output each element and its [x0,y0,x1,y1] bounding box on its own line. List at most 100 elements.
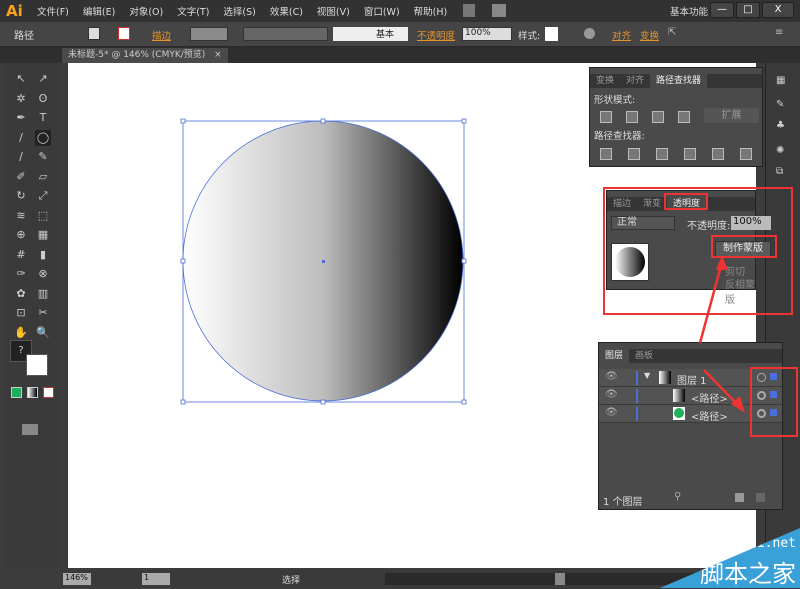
tab-layers[interactable]: 图层 [599,349,630,363]
tab-transform[interactable]: 变换 [590,74,620,88]
arrange-documents-icon[interactable] [492,4,506,17]
appearance-icon[interactable]: ✺ [776,145,784,156]
brush-select[interactable]: 基本 [333,27,408,41]
highlight-tab [664,193,708,210]
brushes-icon[interactable]: ✎ [776,99,784,110]
rotate-tool-icon[interactable]: ↻ [13,188,29,204]
recolor-icon[interactable] [584,28,595,39]
close-tab-icon[interactable]: × [214,50,222,60]
trim-icon[interactable] [628,148,640,160]
minimize-button[interactable]: — [710,2,734,18]
workspace-switcher[interactable]: 基本功能 [670,4,708,18]
intersect-icon[interactable] [652,111,664,123]
bridge-icon[interactable] [463,4,475,17]
minus-back-icon[interactable] [740,148,752,160]
stroke-weight-input[interactable] [190,27,228,41]
symbols-icon[interactable]: ♣ [776,120,785,131]
current-tool-label[interactable]: 选择 [282,573,300,586]
ellipse-tool-icon[interactable]: ◯ [35,129,51,146]
visibility-eye-icon[interactable]: 👁 [605,407,618,418]
maximize-button[interactable]: □ [736,2,760,18]
magic-wand-tool-icon[interactable]: ✲ [13,91,29,107]
visibility-eye-icon[interactable]: 👁 [605,371,618,382]
menu-object[interactable]: 对象(O) [129,4,163,18]
control-bar: 路径 描边 基本 不透明度 100% 样式: 对齐 变换 ⇱ ≡ [0,22,800,47]
path-name[interactable]: <路径> [691,390,728,405]
color-mode-icon[interactable] [11,387,22,398]
shape-builder-tool-icon[interactable]: ⊕ [13,227,29,243]
page-input[interactable]: 1 [142,573,170,585]
symbol-sprayer-tool-icon[interactable]: ✿ [13,286,29,302]
tab-align[interactable]: 对齐 [620,74,650,88]
transform-link[interactable]: 变换 [640,28,659,42]
blend-tool-icon[interactable]: ⊗ [35,266,51,282]
divide-icon[interactable] [600,148,612,160]
new-layer-icon[interactable] [735,493,744,502]
layer-name[interactable]: 图层 1 [677,372,707,387]
stroke-swatch[interactable] [118,27,130,40]
gradient-mode-icon[interactable] [27,387,38,398]
unite-icon[interactable] [600,111,612,123]
perspective-tool-icon[interactable]: ▦ [35,227,51,243]
lasso-tool-icon[interactable]: ʘ [35,91,51,107]
locate-object-icon[interactable]: ⚲ [674,491,681,502]
selection-tool-icon[interactable]: ↖ [13,71,29,87]
screen-mode-icon[interactable] [22,424,38,435]
visibility-eye-icon[interactable]: 👁 [605,389,618,400]
tab-pathfinder[interactable]: 路径查找器 [650,74,708,88]
line-tool-icon[interactable]: / [13,130,29,146]
blob-brush-tool-icon[interactable]: ✐ [13,169,29,185]
graphic-styles-icon[interactable]: ⧉ [776,166,783,177]
none-mode-icon[interactable] [43,387,54,398]
expand-triangle-icon[interactable]: ▼ [644,371,650,380]
scale-tool-icon[interactable]: ⤢ [35,188,51,204]
opacity-input[interactable]: 100% [462,27,512,41]
free-transform-tool-icon[interactable]: ⬚ [35,208,51,224]
path-name[interactable]: <路径> [691,408,728,423]
swatches-icon[interactable]: ▦ [776,75,785,86]
exclude-icon[interactable] [678,111,690,123]
isolate-icon[interactable]: ⇱ [668,27,676,38]
align-link[interactable]: 对齐 [612,28,631,42]
menu-select[interactable]: 选择(S) [223,4,255,18]
pen-tool-icon[interactable]: ✒ [13,110,29,126]
menu-effect[interactable]: 效果(C) [270,4,303,18]
expand-button[interactable]: 扩展 [704,108,759,123]
hand-tool-icon[interactable]: ✋ [13,325,29,341]
mesh-tool-icon[interactable]: # [13,247,29,263]
style-swatch[interactable] [545,27,558,41]
stroke-link[interactable]: 描边 [152,28,171,42]
type-tool-icon[interactable]: T [35,110,51,126]
menu-help[interactable]: 帮助(H) [414,4,448,18]
outline-icon[interactable] [712,148,724,160]
document-tab[interactable]: 未标题-5* @ 146% (CMYK/预览) × [62,48,228,63]
zoom-input[interactable]: 146% [63,573,91,585]
menu-type[interactable]: 文字(T) [177,4,209,18]
slice-tool-icon[interactable]: ✂ [35,305,51,321]
opacity-link[interactable]: 不透明度 [417,28,455,42]
direct-selection-tool-icon[interactable]: ↗ [35,71,51,87]
paintbrush-tool-icon[interactable]: ∕ [13,149,29,165]
panel-menu-icon[interactable]: ≡ [775,27,783,38]
eyedropper-tool-icon[interactable]: ✑ [13,266,29,282]
menu-file[interactable]: 文件(F) [37,4,69,18]
fill-swatch[interactable] [88,27,100,40]
gradient-tool-icon[interactable]: ▮ [35,247,51,263]
warp-tool-icon[interactable]: ≋ [13,208,29,224]
close-button[interactable]: X [762,2,794,18]
merge-icon[interactable] [656,148,668,160]
menu-window[interactable]: 窗口(W) [364,4,400,18]
delete-layer-icon[interactable] [756,493,765,502]
zoom-tool-icon[interactable]: 🔍 [35,325,51,341]
minus-front-icon[interactable] [626,111,638,123]
artboard-tool-icon[interactable]: ⊡ [13,305,29,321]
crop-icon[interactable] [684,148,696,160]
variable-width-select[interactable] [243,27,328,41]
menu-view[interactable]: 视图(V) [317,4,350,18]
stroke-color-icon[interactable] [26,354,48,376]
pencil-tool-icon[interactable]: ✎ [35,149,51,165]
menu-edit[interactable]: 编辑(E) [83,4,115,18]
tab-artboards[interactable]: 画板 [629,349,659,363]
eraser-tool-icon[interactable]: ▱ [35,169,51,185]
column-graph-tool-icon[interactable]: ▥ [35,286,51,302]
